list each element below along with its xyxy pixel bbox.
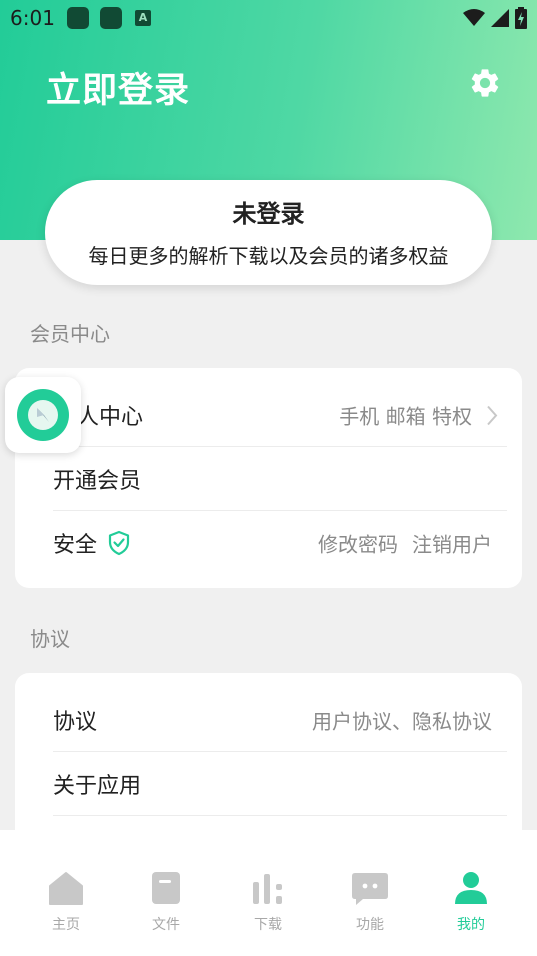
- row-security: 安全 修改密码 注销用户: [15, 511, 522, 575]
- chat-icon: [352, 873, 388, 905]
- change-password-link[interactable]: 修改密码: [318, 529, 398, 558]
- personal-center-info: 手机 邮箱 特权: [339, 404, 472, 429]
- row-label: 关于应用: [53, 774, 142, 799]
- signal-icon: [491, 9, 509, 27]
- row-open-membership[interactable]: 开通会员: [15, 447, 522, 511]
- settings-gear-icon[interactable]: [468, 66, 502, 100]
- agreement-section-title: 协议: [30, 627, 70, 651]
- agreement-links: 用户协议、隐私协议: [312, 709, 492, 734]
- home-icon: [49, 872, 83, 905]
- row-about-app[interactable]: 关于应用: [15, 752, 522, 816]
- wifi-icon: [463, 9, 485, 26]
- status-time: 6:01: [10, 6, 55, 30]
- nav-label: 我的: [457, 917, 485, 933]
- download-icon: [253, 874, 282, 904]
- nav-item-download[interactable]: 下载: [218, 870, 318, 950]
- bottom-nav: 主页 文件 下载 功能 我的: [0, 830, 537, 956]
- file-icon: [152, 872, 180, 904]
- delete-account-link[interactable]: 注销用户: [412, 529, 492, 558]
- login-description: 每日更多的解析下载以及会员的诸多权益: [88, 244, 449, 268]
- login-card[interactable]: 未登录 每日更多的解析下载以及会员的诸多权益: [45, 180, 492, 285]
- status-bar: 6:01 A: [0, 0, 537, 36]
- app-notification-icon: A: [135, 10, 151, 26]
- row-label: 安全: [53, 533, 98, 558]
- divider: [53, 815, 507, 816]
- nav-label: 下载: [254, 917, 282, 933]
- nav-item-home[interactable]: 主页: [16, 870, 116, 950]
- user-icon: [455, 872, 487, 904]
- row-label: 开通会员: [53, 469, 142, 494]
- chevron-right-icon: [487, 405, 498, 425]
- row-label: 协议: [53, 710, 98, 735]
- row-personal-center[interactable]: 人中心 手机 邮箱 特权: [15, 383, 522, 447]
- login-title[interactable]: 立即登录: [46, 62, 190, 113]
- floating-compass-button[interactable]: [5, 377, 81, 453]
- row-label: 人中心: [77, 405, 144, 430]
- login-status: 未登录: [232, 200, 305, 228]
- shield-check-icon: [108, 530, 130, 556]
- member-card: 人中心 手机 邮箱 特权 开通会员 安全 修改密码 注销用户: [15, 368, 522, 588]
- nav-label: 功能: [356, 917, 384, 933]
- row-agreement[interactable]: 协议 用户协议、隐私协议: [15, 688, 522, 752]
- battery-icon: [515, 7, 527, 29]
- nav-item-mine[interactable]: 我的: [421, 870, 521, 950]
- nav-item-file[interactable]: 文件: [116, 870, 216, 950]
- notification-icon: [67, 7, 89, 29]
- notification-icon: [100, 7, 122, 29]
- member-section-title: 会员中心: [30, 322, 110, 346]
- nav-label: 主页: [52, 917, 80, 933]
- compass-icon: [17, 389, 69, 441]
- nav-label: 文件: [152, 917, 180, 933]
- nav-item-function[interactable]: 功能: [320, 870, 420, 950]
